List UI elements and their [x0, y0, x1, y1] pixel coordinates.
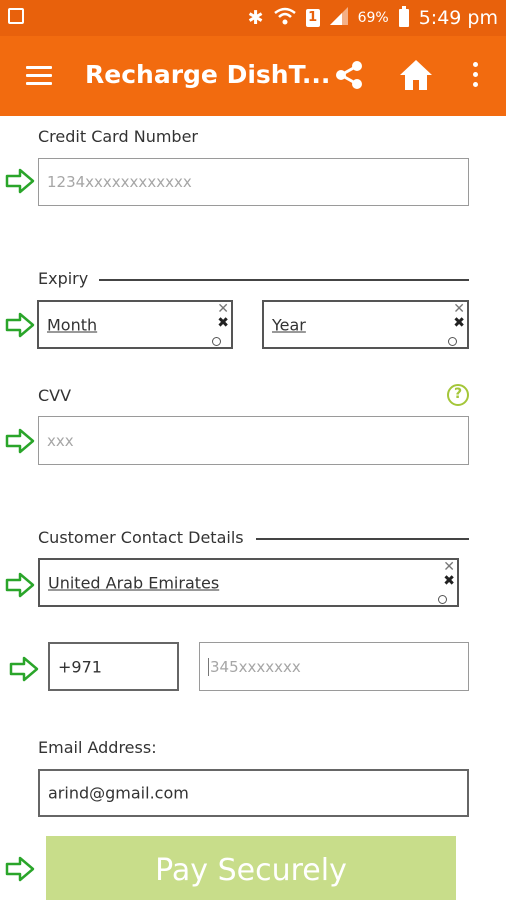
- more-options-icon[interactable]: [470, 62, 480, 92]
- status-icons: ✱ 1 69% 5:49 pm: [248, 0, 498, 36]
- dropdown-handle-icon: [212, 337, 221, 346]
- arrow-right-icon: [5, 312, 35, 338]
- dial-code-value: +971: [58, 657, 102, 676]
- expiry-month-value: Month: [47, 315, 98, 334]
- page-title: Recharge DishT...: [85, 60, 331, 89]
- wifi-icon: [273, 7, 296, 30]
- clear-icon[interactable]: ✕ ✖: [217, 302, 229, 330]
- clock: 5:49 pm: [418, 7, 498, 29]
- country-value: United Arab Emirates: [48, 573, 220, 592]
- menu-icon[interactable]: [26, 66, 52, 86]
- card-number-label: Credit Card Number: [38, 127, 198, 146]
- help-icon[interactable]: ?: [447, 384, 469, 406]
- clear-icon[interactable]: ✕ ✖: [453, 302, 465, 330]
- battery-icon: [398, 6, 409, 27]
- country-select[interactable]: United Arab Emirates ✕ ✖: [38, 558, 459, 607]
- bluetooth-icon: ✱: [247, 7, 264, 29]
- arrow-right-icon: [5, 856, 35, 882]
- share-icon[interactable]: [332, 58, 366, 92]
- cvv-placeholder: xxx: [47, 431, 74, 450]
- cvv-input[interactable]: xxx: [38, 416, 469, 465]
- email-label: Email Address:: [38, 738, 157, 757]
- phone-placeholder: 345xxxxxxx: [208, 657, 301, 676]
- email-input[interactable]: arind@gmail.com: [38, 769, 469, 817]
- card-number-placeholder: 1234xxxxxxxxxxxx: [47, 173, 192, 191]
- app-bar: Recharge DishT...: [0, 36, 506, 116]
- email-value: arind@gmail.com: [48, 783, 189, 803]
- expiry-label: Expiry: [38, 269, 89, 288]
- expiry-divider: [99, 279, 469, 281]
- cvv-label: CVV: [38, 386, 72, 405]
- battery-percent: 69%: [357, 10, 389, 26]
- clear-icon[interactable]: ✕ ✖: [443, 560, 455, 588]
- arrow-right-icon: [5, 168, 35, 194]
- pay-securely-button[interactable]: Pay Securely: [46, 836, 456, 900]
- gallery-icon: [8, 8, 24, 24]
- expiry-month-select[interactable]: Month ✕ ✖: [37, 300, 233, 349]
- arrow-right-icon: [9, 656, 39, 682]
- dropdown-handle-icon: [438, 595, 447, 604]
- home-icon[interactable]: [398, 58, 434, 92]
- expiry-year-select[interactable]: Year ✕ ✖: [262, 300, 469, 349]
- phone-input[interactable]: 345xxxxxxx: [199, 642, 469, 691]
- expiry-year-value: Year: [272, 315, 306, 334]
- status-bar: ✱ 1 69% 5:49 pm: [0, 0, 506, 36]
- sim-icon: 1: [305, 9, 320, 27]
- card-number-input[interactable]: 1234xxxxxxxxxxxx: [38, 158, 469, 206]
- arrow-right-icon: [5, 428, 35, 454]
- contact-label: Customer Contact Details: [38, 528, 244, 547]
- contact-divider: [256, 538, 469, 540]
- signal-icon: [329, 6, 348, 30]
- dropdown-handle-icon: [448, 337, 457, 346]
- dial-code-field[interactable]: +971: [48, 642, 179, 691]
- arrow-right-icon: [5, 572, 35, 598]
